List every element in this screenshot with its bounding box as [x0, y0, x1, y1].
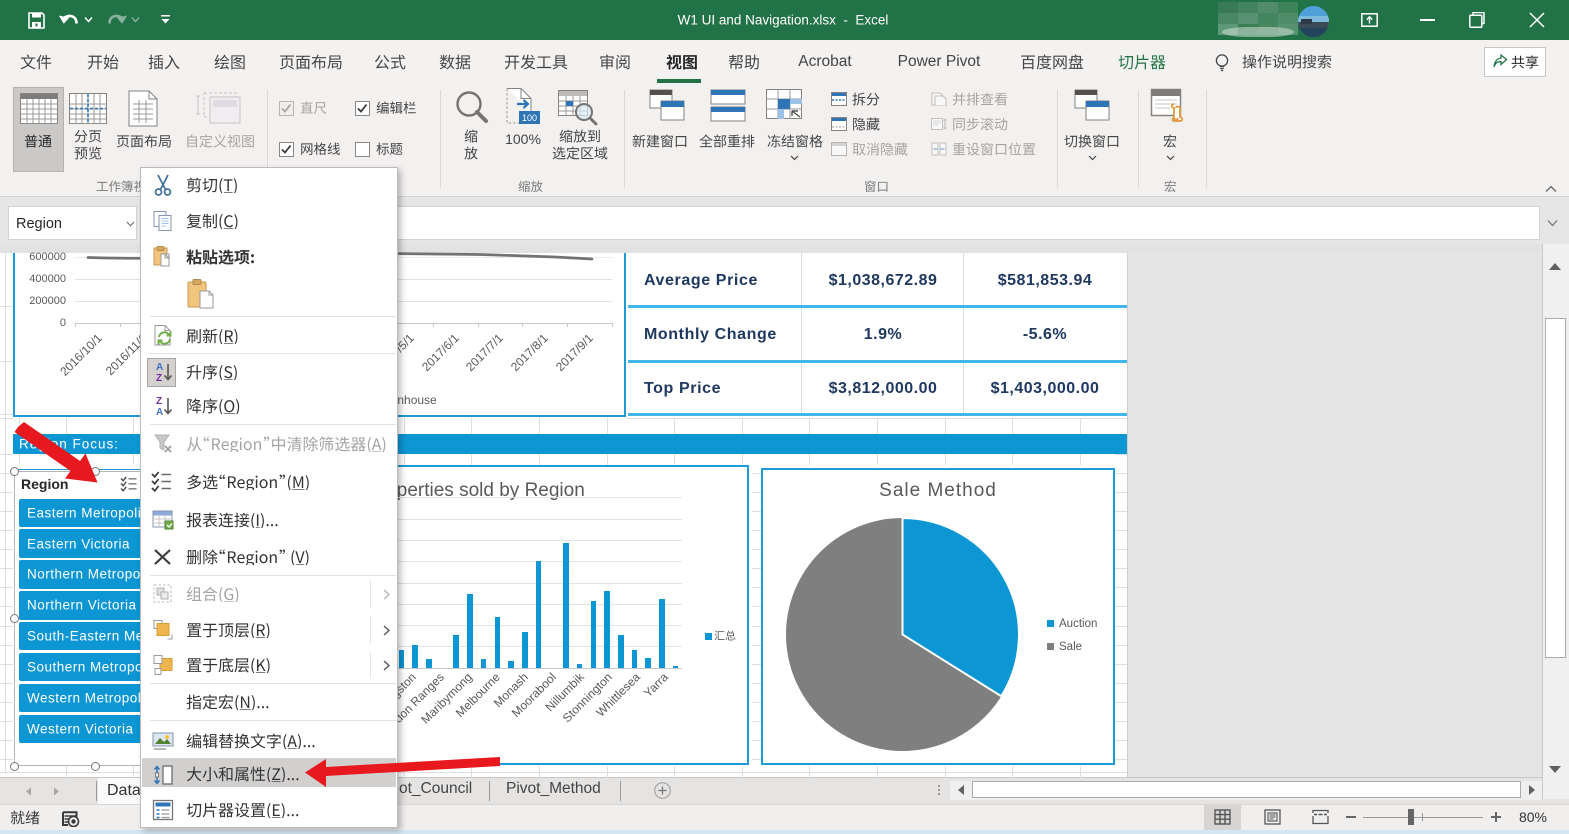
svg-text:100: 100 — [522, 113, 537, 123]
svg-text:Z: Z — [156, 373, 162, 384]
svg-text:A: A — [156, 407, 163, 418]
svg-text:A: A — [156, 362, 163, 373]
svg-text:Z: Z — [156, 396, 162, 407]
